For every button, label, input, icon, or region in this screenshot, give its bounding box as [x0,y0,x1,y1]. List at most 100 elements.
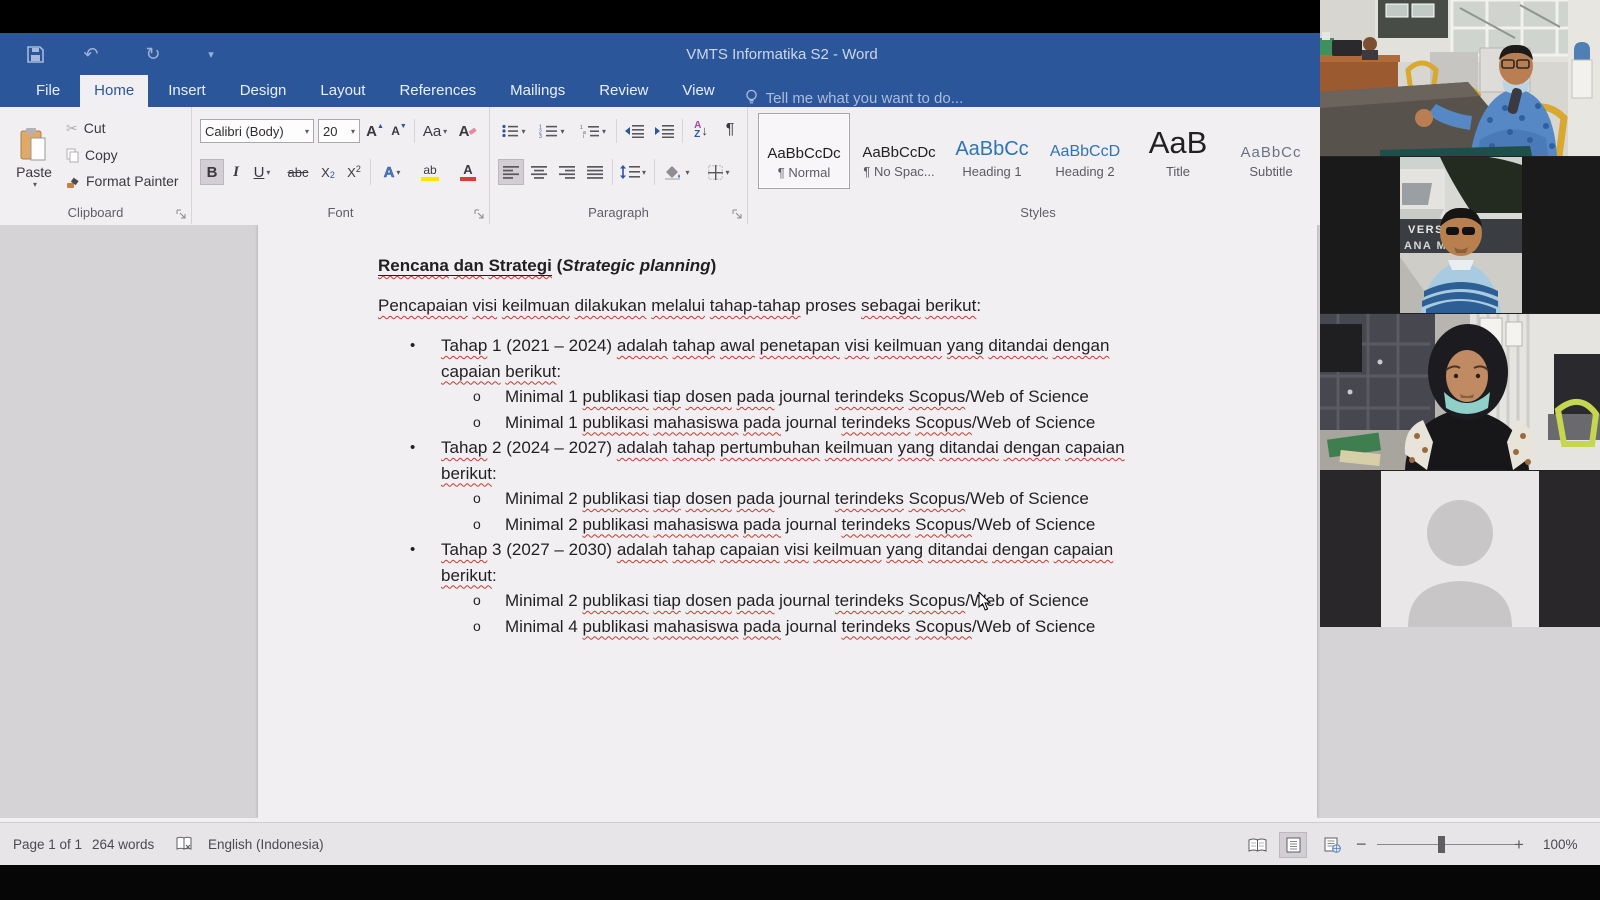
web-layout-button[interactable] [1318,832,1346,858]
paste-button[interactable]: Paste ▾ [8,115,60,201]
style-heading-2[interactable]: AaBbCcD Heading 2 [1039,113,1131,189]
paragraph-dialog-launcher-icon[interactable] [732,209,742,219]
tab-insert[interactable]: Insert [154,75,220,107]
style-heading-1[interactable]: AaBbCc Heading 1 [946,113,1038,189]
text-effects-button[interactable]: A▾ [376,159,408,185]
style-subtitle[interactable]: AaBbCc Subtitle [1225,113,1317,189]
justify-icon [587,166,603,179]
align-left-button[interactable] [498,159,524,185]
zoom-slider-track[interactable] [1377,844,1517,845]
change-case-button[interactable]: Aa▾ [420,119,450,143]
save-icon[interactable] [22,33,48,75]
doc-line: •Tahap 1 (2021 – 2024) adalah tahap awal… [378,333,1125,359]
doc-line: Rencana dan Strategi (Strategic planning… [378,253,1125,279]
superscript-button[interactable]: X2 [342,159,366,185]
zoom-slider-thumb[interactable] [1438,836,1445,853]
change-case-label: Aa [423,123,441,140]
multilevel-list-button[interactable]: 1ai▾ [574,119,612,143]
bullets-button[interactable]: ▾ [498,119,530,143]
cut-label: Cut [84,120,106,136]
paste-dropdown-icon: ▾ [33,180,37,189]
strikethrough-button[interactable]: abc [282,159,314,185]
zoom-out-button[interactable]: − [1356,823,1367,866]
language-indicator[interactable]: English (Indonesia) [208,823,324,866]
proofing-status-icon[interactable] [176,823,193,866]
font-size-select[interactable]: 20▾ [318,119,360,143]
text-highlight-button[interactable]: ab [412,159,448,185]
participant-video-4[interactable] [1320,471,1600,627]
font-group-label: Font [192,205,489,220]
numbering-button[interactable]: 123▾ [534,119,570,143]
shrink-font-button[interactable]: A▼ [388,119,410,143]
tab-file[interactable]: File [22,75,74,107]
style-normal[interactable]: AaBbCcDc ¶ Normal [758,113,850,189]
font-color-button[interactable]: A [452,159,484,185]
tab-view[interactable]: View [668,75,728,107]
grow-font-button[interactable]: A▲ [364,119,386,143]
read-mode-button[interactable] [1243,832,1271,858]
copy-button[interactable]: Copy [66,145,118,165]
font-color-bar [460,177,476,181]
sub-bullet-marker: o [473,410,481,436]
print-layout-button[interactable] [1279,832,1307,858]
status-bar: Page 1 of 1 264 words English (Indonesia… [0,822,1600,866]
style-sample: AaB [1132,113,1224,161]
italic-label: I [233,164,239,181]
align-right-button[interactable] [554,159,580,185]
font-dialog-launcher-icon[interactable] [474,209,484,219]
page-indicator[interactable]: Page 1 of 1 [13,823,82,866]
tab-home[interactable]: Home [80,75,148,107]
underline-button[interactable]: U▾ [248,159,276,185]
participant-video-2[interactable]: VERSITAS ANA MALI [1320,157,1600,313]
undo-icon[interactable]: ↶ [78,33,104,75]
doc-line: oMinimal 2 publikasi tiap dosen pada jou… [378,486,1125,512]
doc-text: Rencana dan Strategi (Strategic planning… [378,253,1125,639]
doc-line: oMinimal 1 publikasi tiap dosen pada jou… [378,384,1125,410]
font-color-label: A [463,163,472,176]
align-center-button[interactable] [526,159,552,185]
tab-layout[interactable]: Layout [306,75,379,107]
zoom-in-button[interactable]: + [1514,823,1524,866]
increase-indent-icon [655,124,674,138]
sort-button[interactable]: AZ ↓ [686,117,716,143]
redo-icon[interactable]: ↻ [140,33,166,75]
tab-mailings[interactable]: Mailings [496,75,579,107]
show-formatting-button[interactable]: ¶ [718,117,742,143]
window-title: VMTS Informatika S2 - Word [686,33,877,75]
style-no-spacing[interactable]: AaBbCcDc ¶ No Spac... [853,113,945,189]
line-spacing-button[interactable]: ▾ [616,159,650,185]
clipboard-dialog-launcher-icon[interactable] [176,209,186,219]
participant-video-1[interactable] [1320,0,1600,156]
shading-button[interactable]: ▾ [658,159,696,185]
customize-quick-access-icon[interactable]: ▾ [200,33,222,75]
bold-button[interactable]: B [200,159,224,185]
increase-indent-button[interactable] [650,119,678,143]
borders-button[interactable]: ▾ [700,159,738,185]
decrease-indent-button[interactable] [620,119,648,143]
word-count[interactable]: 264 words [92,823,154,866]
tab-references[interactable]: References [385,75,490,107]
font-name-select[interactable]: Calibri (Body)▾ [200,119,314,143]
tab-design[interactable]: Design [226,75,301,107]
paint-bucket-icon [664,165,683,180]
doc-line: oMinimal 2 publikasi mahasiswa pada jour… [378,512,1125,538]
italic-button[interactable]: I [226,159,246,185]
style-title[interactable]: AaB Title [1132,113,1224,189]
eraser-icon [469,127,477,135]
copy-icon [66,148,80,163]
cut-button[interactable]: ✂ Cut [66,118,106,138]
bullet-marker: • [410,435,415,461]
video-panel: VERSITAS ANA MALI [1320,0,1600,627]
justify-button[interactable] [582,159,608,185]
sub-bullet-marker: o [473,384,481,410]
tab-review[interactable]: Review [585,75,662,107]
clear-formatting-button[interactable]: A [456,119,480,143]
zoom-level[interactable]: 100% [1543,823,1578,866]
participant-video-3[interactable] [1320,314,1600,470]
tell-me-box[interactable]: Tell me what you want to do... [745,89,964,107]
strikethrough-label: abc [288,165,309,180]
format-painter-button[interactable]: Format Painter [66,171,179,191]
document-page[interactable]: Rencana dan Strategi (Strategic planning… [258,225,1317,818]
subscript-button[interactable]: X2 [316,159,340,185]
font-size-value: 20 [323,124,337,139]
